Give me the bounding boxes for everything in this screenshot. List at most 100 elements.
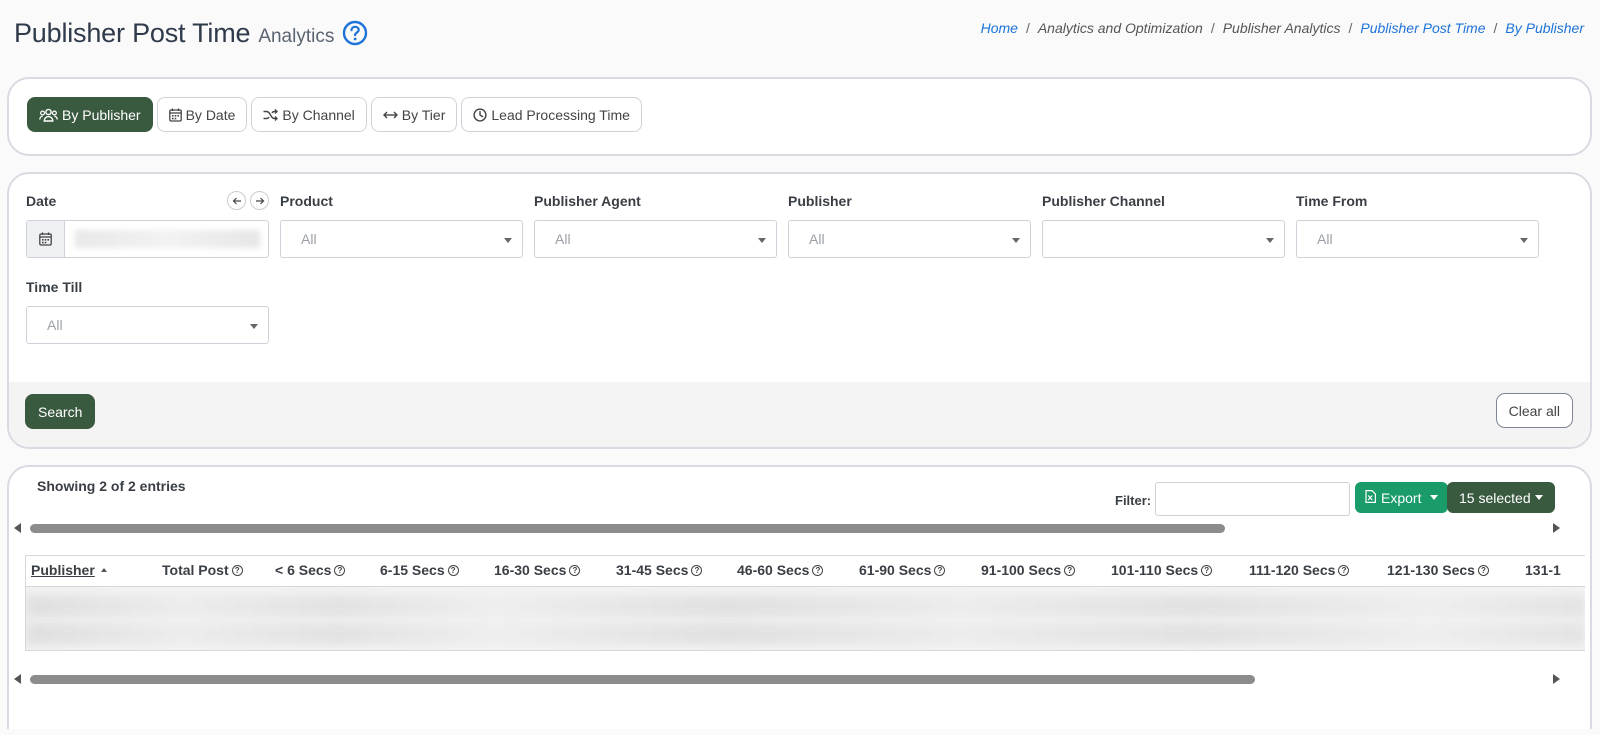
tab-lead-processing-time[interactable]: Lead Processing Time: [461, 97, 642, 132]
time-till-filter: Time Till All: [26, 279, 269, 344]
clock-icon: [473, 107, 487, 122]
scroll-right-icon[interactable]: [1553, 674, 1560, 684]
scroll-left-icon[interactable]: [14, 674, 21, 684]
chevron-down-icon: [1534, 495, 1543, 500]
chevron-down-icon: [758, 238, 766, 243]
publisher-value: All: [809, 231, 825, 247]
publisher-label: Publisher: [788, 193, 852, 209]
chevron-down-icon: [250, 324, 258, 329]
report-tabs: By Publisher By Date By Channel By Tier …: [27, 97, 642, 132]
scrollbar-thumb[interactable]: [30, 524, 1225, 533]
date-range-input[interactable]: [26, 220, 269, 258]
help-icon: ?: [231, 564, 243, 576]
publisher-filter: Publisher All: [788, 193, 1031, 258]
tab-by-publisher[interactable]: By Publisher: [27, 97, 153, 132]
column-header-101-110[interactable]: 101-110 Secs?: [1111, 562, 1213, 578]
breadcrumb-separator: /: [1025, 20, 1030, 36]
tab-label: By Publisher: [62, 106, 141, 123]
calendar-icon: [27, 221, 65, 257]
shuffle-icon: [263, 108, 279, 121]
results-table: Publisher Total Post? < 6 Secs? 6-15 Sec…: [25, 555, 1585, 651]
breadcrumb-separator: /: [1348, 20, 1353, 36]
column-header-31-45[interactable]: 31-45 Secs?: [616, 562, 703, 578]
column-header-publisher[interactable]: Publisher: [31, 562, 107, 578]
publisher-agent-select[interactable]: All: [534, 220, 777, 258]
column-header-111-120[interactable]: 111-120 Secs?: [1249, 562, 1350, 578]
chevron-down-icon: [1266, 238, 1274, 243]
column-selector-button[interactable]: 15 selected: [1447, 482, 1555, 513]
users-icon: [39, 108, 58, 122]
time-till-select[interactable]: All: [26, 306, 269, 344]
column-header-61-90[interactable]: 61-90 Secs?: [859, 562, 946, 578]
column-header-lt6[interactable]: < 6 Secs?: [275, 562, 346, 578]
help-icon: ?: [1477, 564, 1489, 576]
scroll-right-icon[interactable]: [1553, 523, 1560, 533]
report-tabs-card: By Publisher By Date By Channel By Tier …: [7, 77, 1592, 156]
search-button[interactable]: Search: [25, 394, 96, 429]
time-till-label: Time Till: [26, 279, 83, 295]
table-filter-input[interactable]: [1155, 482, 1350, 516]
scrollbar-thumb[interactable]: [30, 675, 1255, 684]
clear-all-button[interactable]: Clear all: [1495, 393, 1573, 428]
time-from-select[interactable]: All: [1296, 220, 1539, 258]
date-next-button[interactable]: [250, 191, 269, 210]
table-row: [26, 623, 1585, 645]
breadcrumb-separator: /: [1210, 20, 1215, 36]
table-body: [26, 587, 1585, 650]
date-prev-button[interactable]: [227, 191, 246, 210]
table-row: [26, 595, 1585, 617]
file-excel-icon: [1365, 489, 1376, 506]
scroll-left-icon[interactable]: [14, 523, 21, 533]
column-header-46-60[interactable]: 46-60 Secs?: [737, 562, 824, 578]
column-header-total-post[interactable]: Total Post?: [162, 562, 243, 578]
arrow-left-icon: [232, 197, 241, 204]
help-icon: ?: [1064, 564, 1076, 576]
column-header-6-15[interactable]: 6-15 Secs?: [380, 562, 459, 578]
date-filter: Date: [26, 191, 269, 258]
date-arrows: [227, 191, 269, 210]
publisher-agent-label: Publisher Agent: [534, 193, 641, 209]
tab-by-date[interactable]: By Date: [156, 97, 248, 132]
arrows-horizontal-icon: [382, 110, 398, 120]
publisher-agent-value: All: [555, 231, 571, 247]
page-header: Publisher Post Time Analytics: [14, 16, 368, 49]
selected-label: 15 selected: [1459, 489, 1531, 506]
export-label: Export: [1381, 489, 1422, 506]
tab-by-channel[interactable]: By Channel: [251, 97, 367, 132]
product-label: Product: [280, 193, 333, 209]
table-filter-label: Filter:: [1115, 493, 1152, 508]
help-icon: ?: [934, 564, 946, 576]
help-circle-icon[interactable]: [342, 20, 368, 51]
arrow-right-icon: [255, 197, 264, 204]
column-header-131[interactable]: 131-1: [1525, 562, 1561, 578]
tab-label: By Channel: [282, 106, 355, 123]
breadcrumb-publisher-post-time[interactable]: Publisher Post Time: [1360, 20, 1485, 36]
help-icon: ?: [447, 564, 459, 576]
help-icon: ?: [569, 564, 581, 576]
column-header-121-130[interactable]: 121-130 Secs?: [1387, 562, 1489, 578]
breadcrumb-home[interactable]: Home: [981, 20, 1018, 36]
help-icon: ?: [1201, 564, 1213, 576]
help-icon: ?: [691, 564, 703, 576]
publisher-select[interactable]: All: [788, 220, 1031, 258]
tab-by-tier[interactable]: By Tier: [370, 97, 458, 132]
top-horizontal-scrollbar[interactable]: [12, 520, 1582, 536]
column-header-16-30[interactable]: 16-30 Secs?: [494, 562, 581, 578]
time-from-value: All: [1317, 231, 1333, 247]
results-card: Showing 2 of 2 entries Filter: Export 15…: [7, 465, 1592, 729]
export-button[interactable]: Export: [1355, 482, 1449, 513]
chevron-down-icon: [1520, 238, 1528, 243]
breadcrumb-by-publisher[interactable]: By Publisher: [1505, 20, 1584, 36]
publisher-channel-select[interactable]: [1042, 220, 1285, 258]
breadcrumb-separator: /: [1493, 20, 1498, 36]
entries-count: Showing 2 of 2 entries: [37, 478, 186, 494]
breadcrumb: Home / Analytics and Optimization / Publ…: [981, 20, 1584, 36]
publisher-agent-filter: Publisher Agent All: [534, 193, 777, 258]
help-icon: ?: [812, 564, 824, 576]
product-select[interactable]: All: [280, 220, 523, 258]
help-icon: ?: [1338, 564, 1350, 576]
column-header-91-100[interactable]: 91-100 Secs?: [981, 562, 1076, 578]
time-from-label: Time From: [1296, 193, 1368, 209]
calendar-icon: [168, 108, 182, 122]
bottom-horizontal-scrollbar[interactable]: [12, 671, 1582, 687]
